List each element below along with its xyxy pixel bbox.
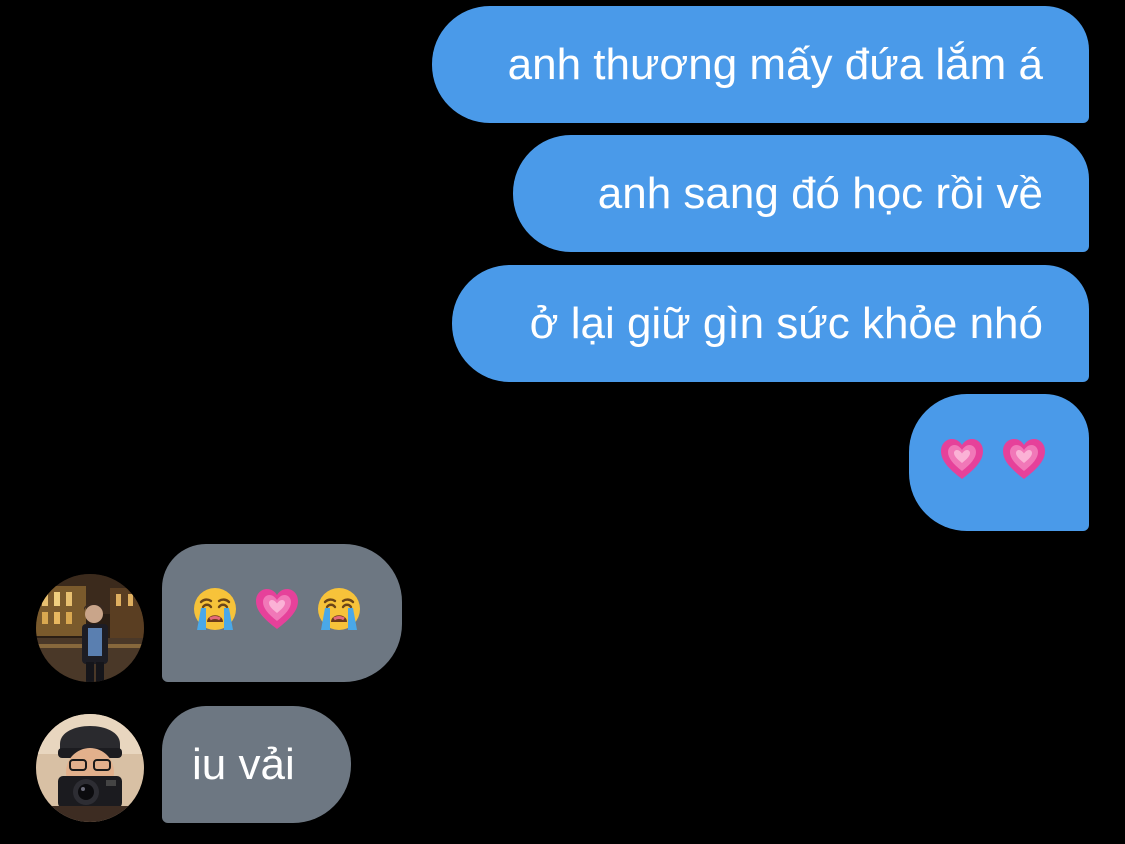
heart-icon (939, 437, 985, 489)
sent-message-bubble[interactable]: ở lại giữ gìn sức khỏe nhó (452, 265, 1089, 382)
sent-message-bubble[interactable]: anh thương mấy đứa lắm á (432, 6, 1089, 123)
received-message-bubble[interactable]: iu vải (162, 706, 351, 823)
contact-avatar[interactable] (36, 714, 144, 822)
heart-emoji-row (939, 437, 1047, 489)
emoji-row (192, 586, 362, 640)
message-text: anh thương mấy đứa lắm á (507, 39, 1043, 89)
received-message-bubble[interactable] (162, 544, 402, 682)
sent-message-bubble[interactable] (909, 394, 1089, 531)
message-text: iu vải (192, 739, 295, 789)
contact-avatar[interactable] (36, 574, 144, 682)
heart-icon (254, 587, 300, 639)
chat-screen: { "conversation": { "sent_messages": [ {… (0, 0, 1125, 844)
crying-face-icon (192, 586, 238, 640)
sent-message-bubble[interactable]: anh sang đó học rồi về (513, 135, 1089, 252)
heart-icon (1001, 437, 1047, 489)
message-text: anh sang đó học rồi về (597, 168, 1043, 218)
message-text: ở lại giữ gìn sức khỏe nhó (529, 298, 1043, 348)
crying-face-icon (316, 586, 362, 640)
